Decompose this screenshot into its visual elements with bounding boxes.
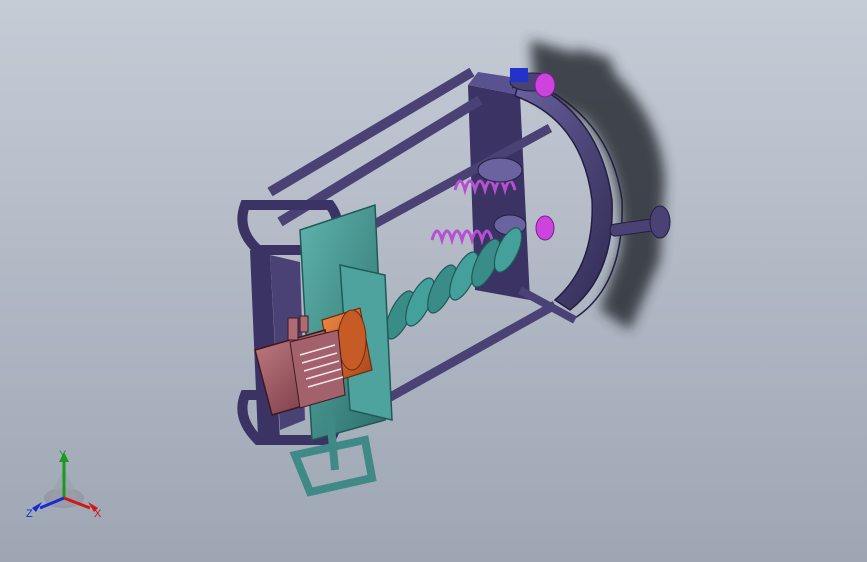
triad-svg: Y X Z: [26, 449, 102, 520]
z-axis-label: Z: [26, 508, 33, 520]
orientation-triad[interactable]: Y X Z: [22, 446, 112, 526]
3d-model-view[interactable]: [0, 0, 867, 562]
y-axis-label: Y: [59, 449, 67, 461]
cad-viewport[interactable]: Y X Z: [0, 0, 867, 562]
x-axis-label: X: [94, 508, 102, 520]
